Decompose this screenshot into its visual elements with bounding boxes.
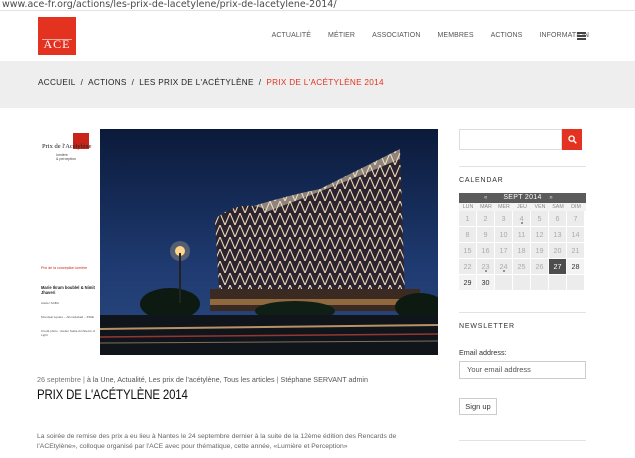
search-icon — [568, 135, 577, 144]
calendar-day: 10 — [495, 227, 513, 243]
calendar-day: 19 — [531, 243, 549, 259]
calendar-day-event[interactable]: 24 — [495, 259, 513, 275]
calendar-day: 30 — [477, 275, 495, 291]
calendar-day: 20 — [549, 243, 567, 259]
calendar-day: 6 — [549, 211, 567, 227]
post-date: 26 septembre — [37, 375, 81, 384]
calendar-day: 25 — [513, 259, 531, 275]
calendar-heading: Calendar — [459, 177, 504, 184]
nav-item-metier[interactable]: Métier — [328, 32, 355, 39]
calendar-day: 3 — [495, 211, 513, 227]
nav-item-membres[interactable]: Membres — [438, 32, 474, 39]
breadcrumb-accueil[interactable]: Accueil — [38, 78, 76, 87]
weekday-label: LUN — [462, 204, 474, 210]
calendar-day: 28 — [567, 259, 585, 275]
poster-subtitle-2: & perception — [56, 157, 77, 161]
breadcrumb-separator: / — [258, 78, 262, 87]
calendar-day-empty — [567, 275, 585, 291]
calendar-grid: 1 2 3 4 5 6 7 8 9 10 11 12 13 14 15 16 1… — [459, 211, 586, 291]
poster-agency: Atelier SABA — [41, 301, 59, 305]
calendar-weekdays: LUN MAR MER JEU VEN SAM DIM — [459, 203, 586, 211]
calendar-day: 16 — [477, 243, 495, 259]
weekday-label: MER — [498, 204, 510, 210]
calendar-day: 8 — [459, 227, 477, 243]
signup-button[interactable]: Sign up — [459, 398, 497, 415]
poster-subtitle: lumière & perception — [56, 153, 76, 161]
calendar-day: 22 — [459, 259, 477, 275]
address-url[interactable]: www.ace-fr.org/actions/les-prix-de-lacet… — [2, 0, 337, 10]
breadcrumb-separator: / — [80, 78, 84, 87]
nav-item-actions[interactable]: Actions — [491, 32, 523, 39]
calendar-day-event[interactable]: 4 — [513, 211, 531, 227]
post-excerpt: La soirée de remise des prix a eu lieu à… — [37, 433, 397, 450]
poster-category: Prix de la conception lumière — [41, 266, 88, 270]
breadcrumb-separator: / — [131, 78, 135, 87]
calendar-prev-button[interactable]: « — [484, 193, 488, 203]
sidebar-divider — [459, 312, 586, 313]
email-label: Email address: — [459, 348, 507, 357]
poster-credit: Credit photo : Atelier Saba-Architects o… — [41, 329, 96, 337]
calendar-day: 2 — [477, 211, 495, 227]
sidebar-divider — [459, 440, 586, 441]
weekday-label: JEU — [516, 204, 527, 210]
calendar-next-button[interactable]: » — [549, 193, 553, 203]
post-categories[interactable]: à la Une, Actualité, Les prix de l'acéty… — [87, 375, 275, 384]
search-input[interactable] — [459, 129, 562, 150]
breadcrumb-prix[interactable]: Les prix de l'acétylène — [139, 78, 254, 87]
site-header: ACE Actualité Métier Association Membres… — [0, 11, 635, 61]
sidebar-divider — [459, 166, 586, 167]
calendar-day-today: 27 — [549, 259, 567, 275]
calendar-day: 21 — [567, 243, 585, 259]
calendar-day: 11 — [513, 227, 531, 243]
calendar-day-empty — [531, 275, 549, 291]
poster-winners: Marie Ikram boublel & Nimit Jhaveri — [41, 285, 95, 295]
calendar-month-label: SEPT 2014 — [503, 194, 542, 201]
breadcrumb-current: Prix de l'Acétylène 2014 — [266, 78, 384, 87]
poster-title: Prix de l'Acétylène — [42, 143, 92, 150]
featured-image[interactable]: Prix de l'Acétylène lumière & perception … — [37, 129, 438, 355]
weekday-label: VEN — [534, 204, 546, 210]
browser-address-bar[interactable]: www.ace-fr.org/actions/les-prix-de-lacet… — [0, 0, 635, 11]
post-title[interactable]: PRIX DE L'ACÉTYLÈNE 2014 — [37, 386, 188, 402]
calendar-day: 15 — [459, 243, 477, 259]
calendar-day: 13 — [549, 227, 567, 243]
menu-icon[interactable] — [577, 32, 586, 40]
calendar-day: 26 — [531, 259, 549, 275]
calendar-day: 1 — [459, 211, 477, 227]
breadcrumb-actions[interactable]: Actions — [88, 78, 127, 87]
post-meta: 26 septembre | à la Une, Actualité, Les … — [37, 375, 368, 384]
calendar-day: 14 — [567, 227, 585, 243]
calendar-day-empty — [549, 275, 567, 291]
calendar-widget: « SEPT 2014 » LUN MAR MER JEU VEN SAM DI… — [459, 193, 586, 291]
calendar-day: 9 — [477, 227, 495, 243]
calendar-month: « SEPT 2014 » — [459, 193, 586, 203]
poster-project: Mondeal square – Ahmedabad – INDE — [41, 315, 94, 319]
email-field[interactable]: Your email address — [459, 361, 586, 379]
breadcrumb: Accueil / Actions / Les prix de l'acétylène /… — [38, 78, 384, 87]
newsletter-heading: Newsletter — [459, 323, 515, 330]
night-building-photo — [100, 129, 438, 355]
calendar-day-empty — [513, 275, 531, 291]
calendar-day: 18 — [513, 243, 531, 259]
nav-item-association[interactable]: Association — [372, 32, 420, 39]
breadcrumb-band: Accueil / Actions / Les prix de l'acétylène /… — [0, 61, 635, 108]
logo-text: ACE — [43, 37, 71, 51]
search-button[interactable] — [562, 129, 582, 150]
post-author[interactable]: Stéphane SERVANT admin — [281, 375, 369, 384]
calendar-day: 29 — [459, 275, 477, 291]
calendar-day: 7 — [567, 211, 585, 227]
ace-logo[interactable]: ACE — [38, 17, 76, 55]
calendar-day: 12 — [531, 227, 549, 243]
nav-item-actualite[interactable]: Actualité — [272, 32, 311, 39]
calendar-day: 17 — [495, 243, 513, 259]
calendar-day: 5 — [531, 211, 549, 227]
weekday-label: DIM — [571, 204, 581, 210]
main-nav: Actualité Métier Association Membres Act… — [255, 32, 589, 39]
calendar-day-event[interactable]: 23 — [477, 259, 495, 275]
weekday-label: SAM — [552, 204, 564, 210]
weekday-label: MAR — [480, 204, 492, 210]
calendar-day-empty — [495, 275, 513, 291]
award-poster: Prix de l'Acétylène lumière & perception … — [37, 129, 100, 355]
